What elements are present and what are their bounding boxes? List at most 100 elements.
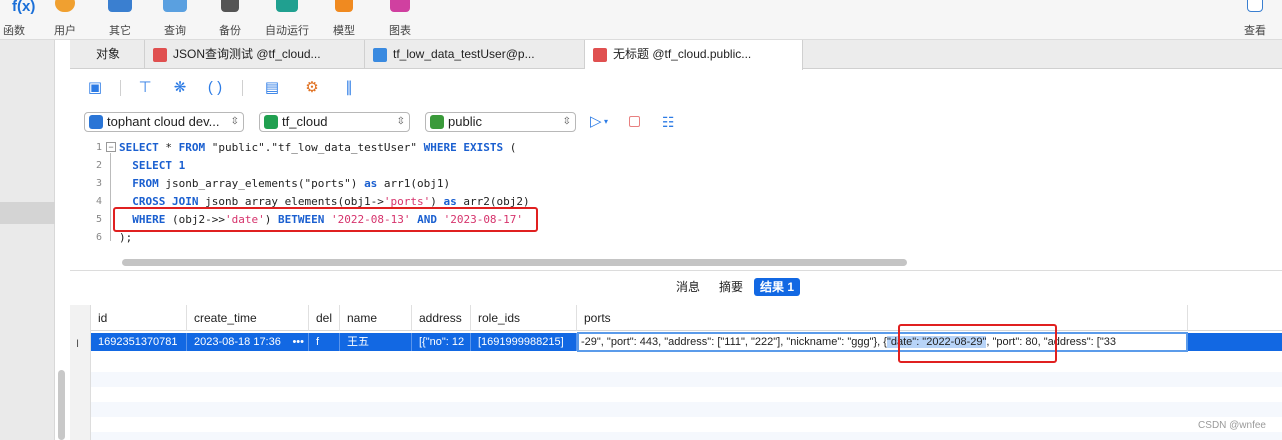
column-header-role-ids[interactable]: role_ids <box>471 305 577 331</box>
cell-address[interactable]: [{"no": 12 <box>412 333 471 351</box>
query-icon <box>163 0 187 12</box>
column-header-del[interactable]: del <box>309 305 340 331</box>
tab-untitled-query-label: 无标题 @tf_cloud.public... <box>613 47 752 61</box>
toolbar-query-label: 查询 <box>164 25 186 37</box>
parentheses-icon[interactable]: ( ) <box>206 79 224 97</box>
sql-keyword: SELECT <box>132 159 172 172</box>
column-header-id[interactable]: id <box>91 305 187 331</box>
user-icon <box>55 0 75 12</box>
line-number: 5 <box>95 214 102 225</box>
chart-icon <box>390 0 410 12</box>
toolbar-chart-label: 图表 <box>389 25 411 37</box>
toolbar-divider <box>120 80 121 96</box>
column-header-empty <box>1188 305 1282 331</box>
toolbar-query-button[interactable]: 查询 <box>145 0 205 40</box>
chevron-updown-icon: ⇳ <box>396 116 405 127</box>
database-select-value: tf_cloud <box>282 114 328 129</box>
code-line: ); <box>119 231 132 244</box>
database-select[interactable]: tf_cloud ⇳ <box>259 112 410 132</box>
sql-keyword: FROM <box>178 141 206 154</box>
snippet-icon[interactable]: ⚙ <box>303 79 321 97</box>
cell-del[interactable]: f <box>309 333 340 351</box>
toolbar-chart-button[interactable]: 图表 <box>370 0 430 40</box>
cell-role-ids[interactable]: [1691999988215] <box>471 333 577 351</box>
toolbar-view-label: 查看 <box>1244 25 1266 37</box>
more-icon[interactable]: ••• <box>290 333 304 351</box>
editor-horizontal-scrollbar[interactable] <box>122 259 907 266</box>
sidebar-selected-item[interactable] <box>0 202 55 224</box>
line-number: 3 <box>95 178 102 189</box>
line-number: 2 <box>95 160 102 171</box>
result-grid: I id create_time del name address role_i… <box>70 305 1282 440</box>
tab-messages[interactable]: 消息 <box>670 278 706 296</box>
object-sidebar <box>0 40 55 440</box>
toolbar-automation-button[interactable]: 自动运行 <box>255 0 319 40</box>
tab-bar: 对象 JSON查询测试 @tf_cloud... tf_low_data_tes… <box>70 40 1282 70</box>
toolbar-users-label: 用户 <box>54 25 76 37</box>
ports-text-before: -29", "port": 443, "address": ["111", "2… <box>581 336 887 348</box>
document-icon[interactable]: ▤ <box>263 79 281 97</box>
query-file-icon <box>593 48 607 62</box>
chevron-down-icon[interactable]: ▾ <box>604 117 608 126</box>
sql-keyword: FROM <box>132 177 159 190</box>
toolbar-backup-button[interactable]: 备份 <box>200 0 260 40</box>
toolbar-automation-label: 自动运行 <box>265 25 309 37</box>
row-gutter: I <box>70 305 91 440</box>
cell-id[interactable]: 1692351370781 <box>91 333 187 351</box>
cell-create-time[interactable]: 2023-08-18 17:36 ••• <box>187 333 309 351</box>
column-header-name[interactable]: name <box>340 305 412 331</box>
toolbar-view-button[interactable]: 查看 <box>1225 0 1282 40</box>
main-toolbar: f(x) 函数 用户 其它 查询 备份 自动运行 模型 图表 查看 <box>0 0 1282 40</box>
connection-select[interactable]: tophant cloud dev... ⇳ <box>84 112 244 132</box>
magic-wand-icon[interactable]: ❋ <box>171 79 189 97</box>
tab-untitled-query[interactable]: 无标题 @tf_cloud.public... <box>585 40 803 70</box>
tab-table-testuser[interactable]: tf_low_data_testUser@p... <box>365 40 585 69</box>
sidebar-scrollbar[interactable] <box>58 370 65 440</box>
toolbar-divider <box>242 80 243 96</box>
format-icon[interactable]: ⊤ <box>136 79 154 97</box>
sql-keyword: SELECT <box>119 141 159 154</box>
run-icon[interactable]: ▷ <box>590 112 602 130</box>
save-icon[interactable]: ▣ <box>86 79 104 97</box>
tab-table-testuser-label: tf_low_data_testUser@p... <box>393 47 535 61</box>
explain-plan-icon[interactable]: ☷ <box>662 114 675 131</box>
chevron-updown-icon: ⇳ <box>230 116 239 127</box>
column-header-ports[interactable]: ports <box>577 305 1188 331</box>
tab-json-query[interactable]: JSON查询测试 @tf_cloud... <box>145 40 365 69</box>
sql-text: * <box>158 141 179 154</box>
line-number: 4 <box>95 196 102 207</box>
fold-toggle-icon[interactable]: − <box>106 142 116 152</box>
tab-result-1[interactable]: 结果 1 <box>754 278 801 296</box>
tab-json-query-label: JSON查询测试 @tf_cloud... <box>173 47 321 61</box>
robot-icon <box>276 0 298 12</box>
explain-icon[interactable]: ∥ <box>340 79 358 97</box>
tab-summary[interactable]: 摘要 <box>713 278 749 296</box>
cell-name[interactable]: 王五 <box>340 333 412 351</box>
database-icon <box>264 115 278 129</box>
toolbar-model-label: 模型 <box>333 25 355 37</box>
code-line: SELECT * FROM "public"."tf_low_data_test… <box>119 141 516 154</box>
column-header-create-time[interactable]: create_time <box>187 305 309 331</box>
tab-objects[interactable]: 对象 <box>70 40 145 69</box>
schema-icon <box>430 115 444 129</box>
toolbar-others-button[interactable]: 其它 <box>90 0 150 40</box>
toolbar-model-button[interactable]: 模型 <box>314 0 374 40</box>
sql-text: "public"."tf_low_data_testUser" <box>205 141 424 154</box>
toolbar-users-button[interactable]: 用户 <box>35 0 95 40</box>
column-header-address[interactable]: address <box>412 305 471 331</box>
empty-row <box>91 402 1282 417</box>
table-row[interactable]: 1692351370781 2023-08-18 17:36 ••• f 王五 … <box>91 332 1282 352</box>
model-icon <box>335 0 353 12</box>
line-number: 6 <box>95 232 102 243</box>
cell-ports-editing[interactable]: -29", "port": 443, "address": ["111", "2… <box>577 332 1188 352</box>
function-icon: f(x) <box>12 0 36 15</box>
sql-text: arr1(obj1) <box>377 177 451 190</box>
toolbar-functions-label: 函数 <box>3 25 25 37</box>
stop-icon[interactable] <box>629 116 640 127</box>
sql-editor[interactable]: − 1 2 3 4 5 6 SELECT * FROM "public"."tf… <box>70 138 1282 270</box>
schema-select[interactable]: public ⇳ <box>425 112 576 132</box>
code-line: FROM jsonb_array_elements("ports") as ar… <box>119 177 450 190</box>
